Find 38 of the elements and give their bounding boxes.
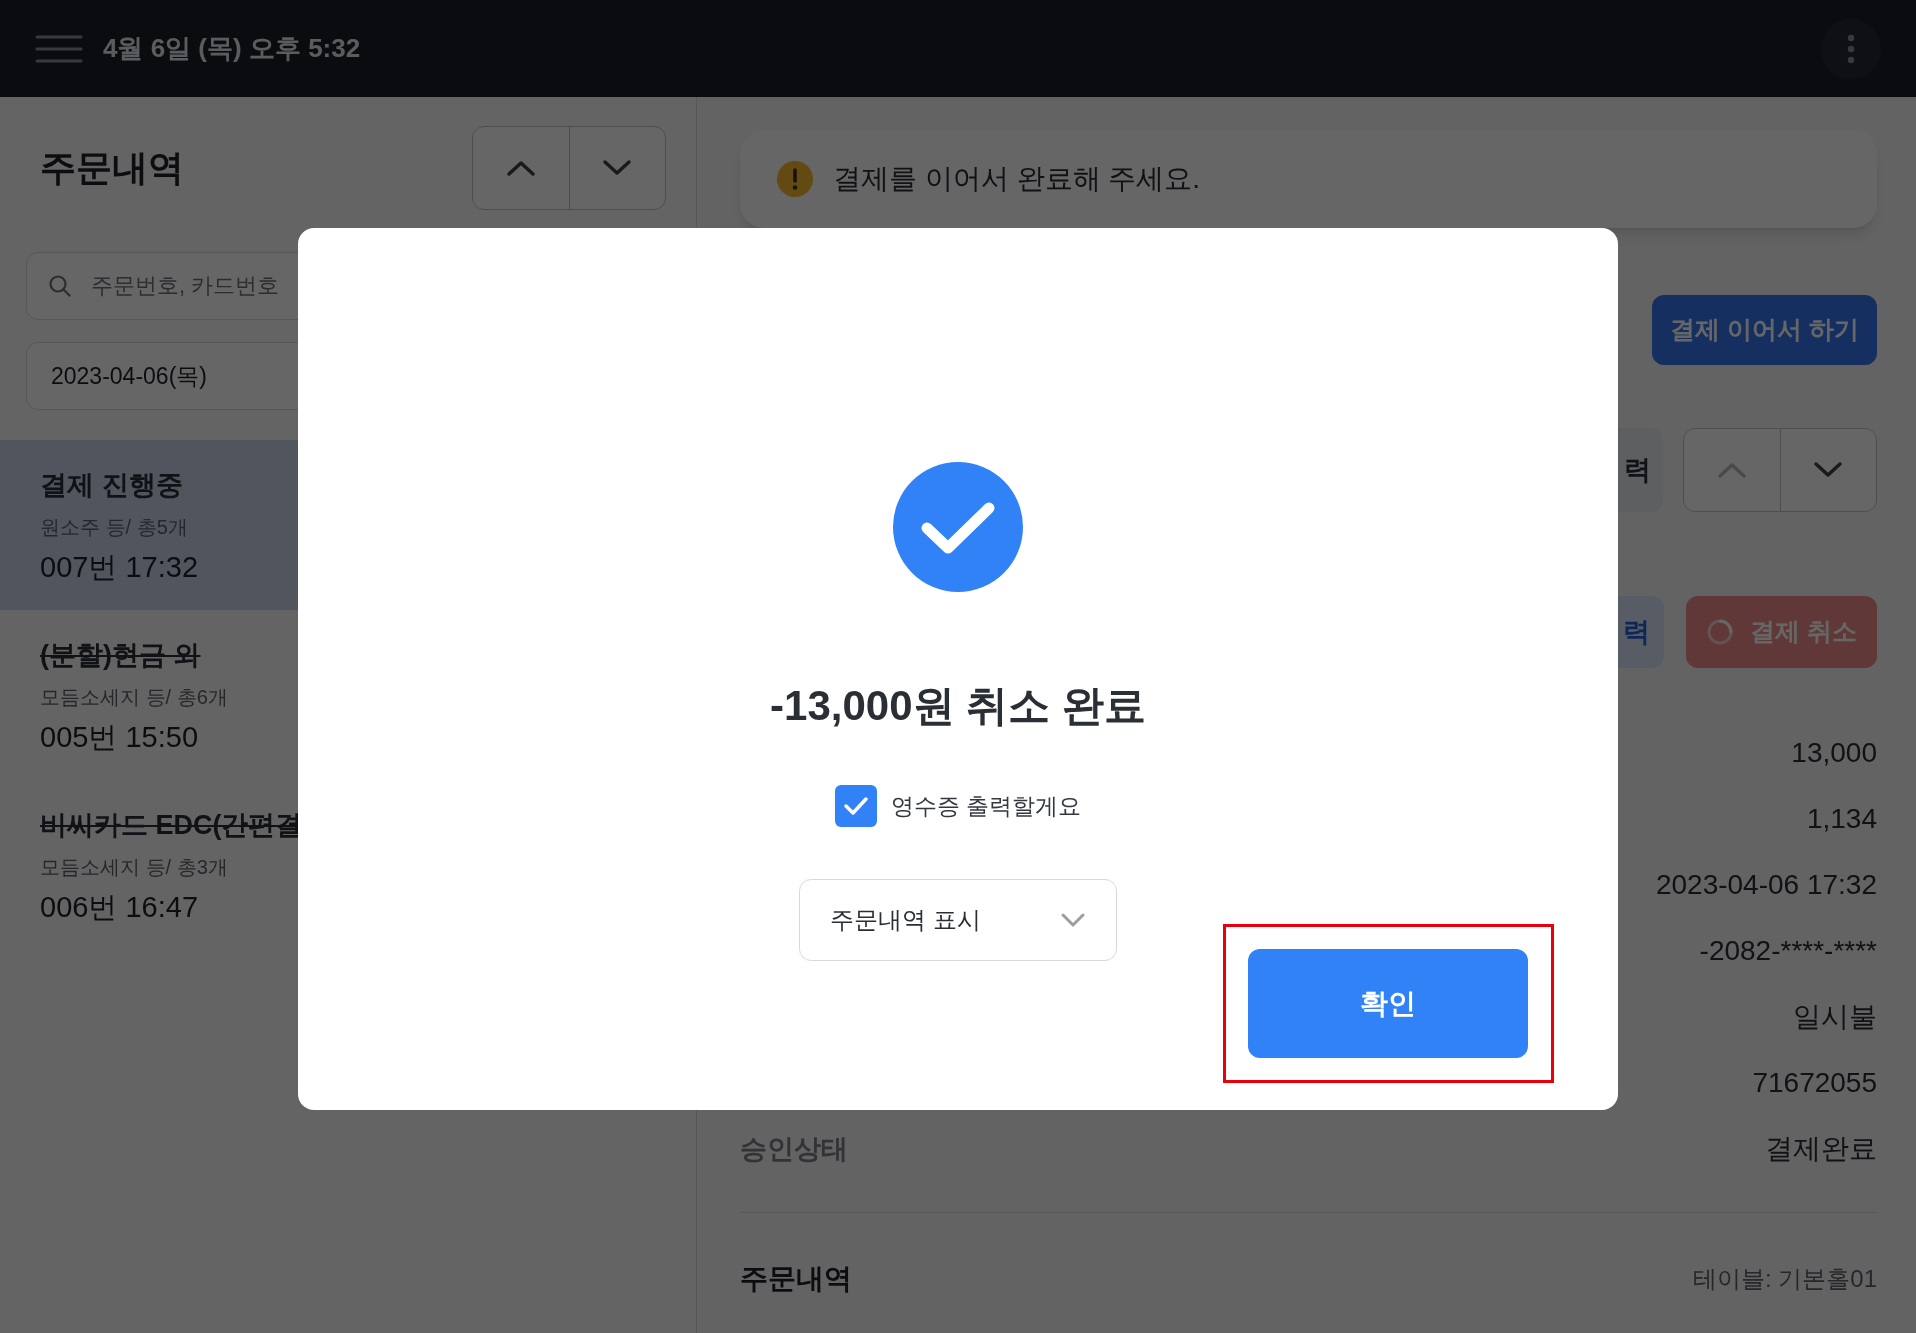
order-number-time: 005번 15:50 [40, 719, 199, 755]
chevron-down-icon [1813, 461, 1844, 479]
dialog-title: -13,000원 취소 완료 [770, 681, 1146, 731]
more-vertical-icon [1847, 33, 1855, 64]
table-name: 테이블: 기본홀01 [1692, 1264, 1877, 1294]
check-icon [842, 796, 869, 816]
menu-icon[interactable] [35, 33, 83, 64]
continue-payment-button[interactable]: 결제 이어서 하기 [1652, 295, 1877, 365]
order-summary: 모듬소세지 등/ 총3개 [40, 854, 229, 880]
order-title: (분할)현금 외 [40, 639, 202, 672]
warning-icon [777, 161, 813, 197]
search-icon [48, 274, 72, 298]
confirm-button[interactable]: 확인 [1248, 949, 1528, 1058]
spinner-icon [1706, 618, 1734, 646]
receipt-label: 영수증 출력할게요 [890, 791, 1082, 821]
chevron-up-icon [1716, 461, 1747, 479]
chevron-down-icon [602, 159, 633, 177]
detail-value: 13,000 [1791, 736, 1877, 770]
notice-text: 결제를 이어서 완료해 주세요. [833, 162, 1201, 196]
check-circle-icon [893, 462, 1023, 592]
detail-value: 결제완료 [1765, 1132, 1877, 1166]
order-title: 결제 진행중 [40, 469, 184, 502]
panel-title: 주문내역 [40, 146, 184, 190]
order-number-time: 007번 17:32 [40, 549, 199, 585]
receipt-checkbox[interactable] [834, 785, 877, 827]
chevron-up-icon [505, 159, 536, 177]
detail-value: 일시불 [1793, 1000, 1877, 1034]
detail-value: 1,134 [1806, 802, 1877, 836]
chevron-down-icon [1060, 912, 1086, 928]
detail-value: -2082-****-**** [1699, 934, 1877, 968]
order-title: 비씨카드 EDC(간편결 [40, 809, 304, 842]
detail-value: 71672055 [1752, 1066, 1877, 1100]
display-select[interactable]: 주문내역 표시 [799, 879, 1117, 961]
detail-value: 2023-04-06 17:32 [1655, 868, 1877, 902]
date-time: 4월 6일 (목) 오후 5:32 [103, 32, 361, 65]
section-title: 주문내역 [740, 1262, 852, 1296]
order-number-time: 006번 16:47 [40, 889, 199, 925]
order-summary: 모듬소세지 등/ 총6개 [40, 684, 229, 710]
